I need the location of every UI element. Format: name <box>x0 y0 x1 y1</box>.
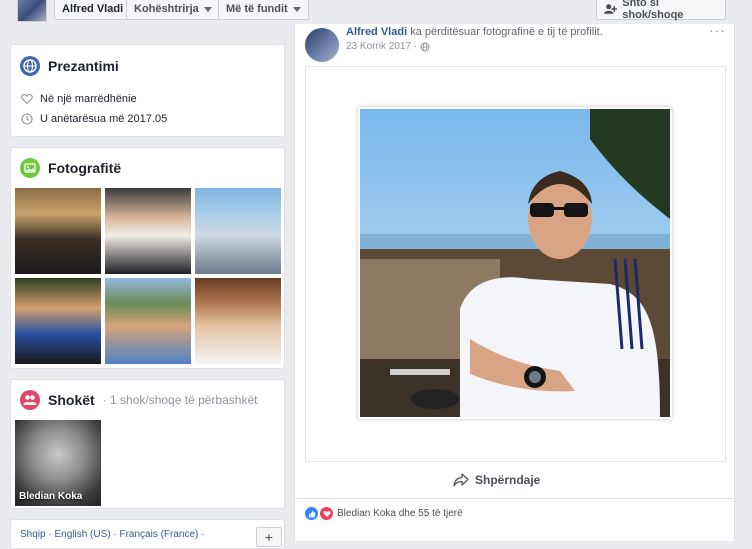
profile-thumbnail[interactable] <box>17 0 47 22</box>
post-photo-frame <box>305 66 726 462</box>
joined-text: U anëtarësua më 2017.05 <box>40 113 168 125</box>
photos-title[interactable]: Fotografitë <box>20 158 121 178</box>
post-meta: 23 Korrik 2017 · <box>346 41 430 52</box>
photos-card: Fotografitë <box>10 147 285 369</box>
photos-title-text: Fotografitë <box>48 160 122 176</box>
post-header: Alfred Vladi ka përditësuar fotografinë … <box>346 26 603 38</box>
post-card: Alfred Vladi ka përditësuar fotografinë … <box>294 22 735 541</box>
photo-thumbnail[interactable] <box>195 278 281 364</box>
recent-dropdown[interactable]: Më të fundit <box>218 0 309 20</box>
reactions-text[interactable]: Bledian Koka dhe 55 të tjerë <box>337 508 463 519</box>
photo-thumbnail[interactable] <box>195 188 281 274</box>
globe-icon <box>20 56 40 76</box>
language-links[interactable]: Shqip · English (US) · Français (France)… <box>20 529 205 540</box>
chevron-down-icon <box>203 6 212 12</box>
clock-icon <box>21 113 33 125</box>
photo-thumbnail[interactable] <box>105 188 191 274</box>
privacy-label: Kohështrirja <box>134 3 199 15</box>
share-button[interactable]: Shpërndaje <box>453 473 540 487</box>
friend-name[interactable]: Bledian Koka <box>19 491 82 502</box>
post-date[interactable]: 23 Korrik 2017 · <box>346 41 417 52</box>
chevron-down-icon <box>292 6 301 12</box>
recent-label: Më të fundit <box>226 3 288 15</box>
photo-thumbnail[interactable] <box>105 278 191 364</box>
post-author-avatar[interactable] <box>305 28 339 62</box>
add-friend-icon <box>604 4 618 14</box>
post-action-text: ka përditësuar fotografinë e tij të prof… <box>410 26 603 38</box>
profile-name: Alfred Vladi <box>62 3 124 15</box>
profile-top-bar: Alfred Vladi Kohështrirja Më të fundit S… <box>0 0 752 24</box>
like-icon <box>305 507 318 520</box>
privacy-dropdown[interactable]: Kohështrirja <box>126 0 220 20</box>
intro-card: Prezantimi Në një marrëdhënie U anëtarës… <box>10 44 285 137</box>
add-friend-button[interactable]: Shto si shok/shoqe <box>596 0 726 21</box>
friend-tile[interactable]: Bledian Koka <box>15 420 101 506</box>
divider <box>295 498 734 499</box>
globe-icon <box>420 42 430 51</box>
photo-icon <box>20 158 40 178</box>
relationship-row: Në një marrëdhënie <box>21 93 137 105</box>
friends-title-text: Shokët <box>48 392 95 408</box>
language-card: Shqip · English (US) · Français (France)… <box>10 519 285 549</box>
profile-photo-image <box>360 109 670 417</box>
friends-title[interactable]: Shokët · 1 shok/shoqe të përbashkët <box>20 390 257 410</box>
add-friend-label: Shto si shok/shoqe <box>622 0 684 21</box>
friends-card: Shokët · 1 shok/shoqe të përbashkët Bled… <box>10 379 285 509</box>
add-language-button[interactable]: + <box>256 527 282 547</box>
reactions-row[interactable]: Bledian Koka dhe 55 të tjerë <box>305 507 463 520</box>
post-author-link[interactable]: Alfred Vladi <box>346 26 407 38</box>
post-options-button[interactable]: ··· <box>709 22 726 38</box>
profile-name-button[interactable]: Alfred Vladi <box>54 0 132 20</box>
friends-icon <box>20 390 40 410</box>
share-icon <box>453 473 469 487</box>
heart-icon <box>21 93 33 105</box>
share-label: Shpërndaje <box>475 473 541 487</box>
mutual-friends-count: · 1 shok/shoqe të përbashkët <box>102 393 258 407</box>
profile-photo[interactable] <box>358 107 672 419</box>
love-icon <box>320 507 333 520</box>
relationship-text: Në një marrëdhënie <box>40 93 137 105</box>
intro-title-text: Prezantimi <box>48 58 119 74</box>
intro-title: Prezantimi <box>20 56 119 76</box>
photo-thumbnail[interactable] <box>15 278 101 364</box>
joined-row: U anëtarësua më 2017.05 <box>21 113 167 125</box>
photo-thumbnail[interactable] <box>15 188 101 274</box>
